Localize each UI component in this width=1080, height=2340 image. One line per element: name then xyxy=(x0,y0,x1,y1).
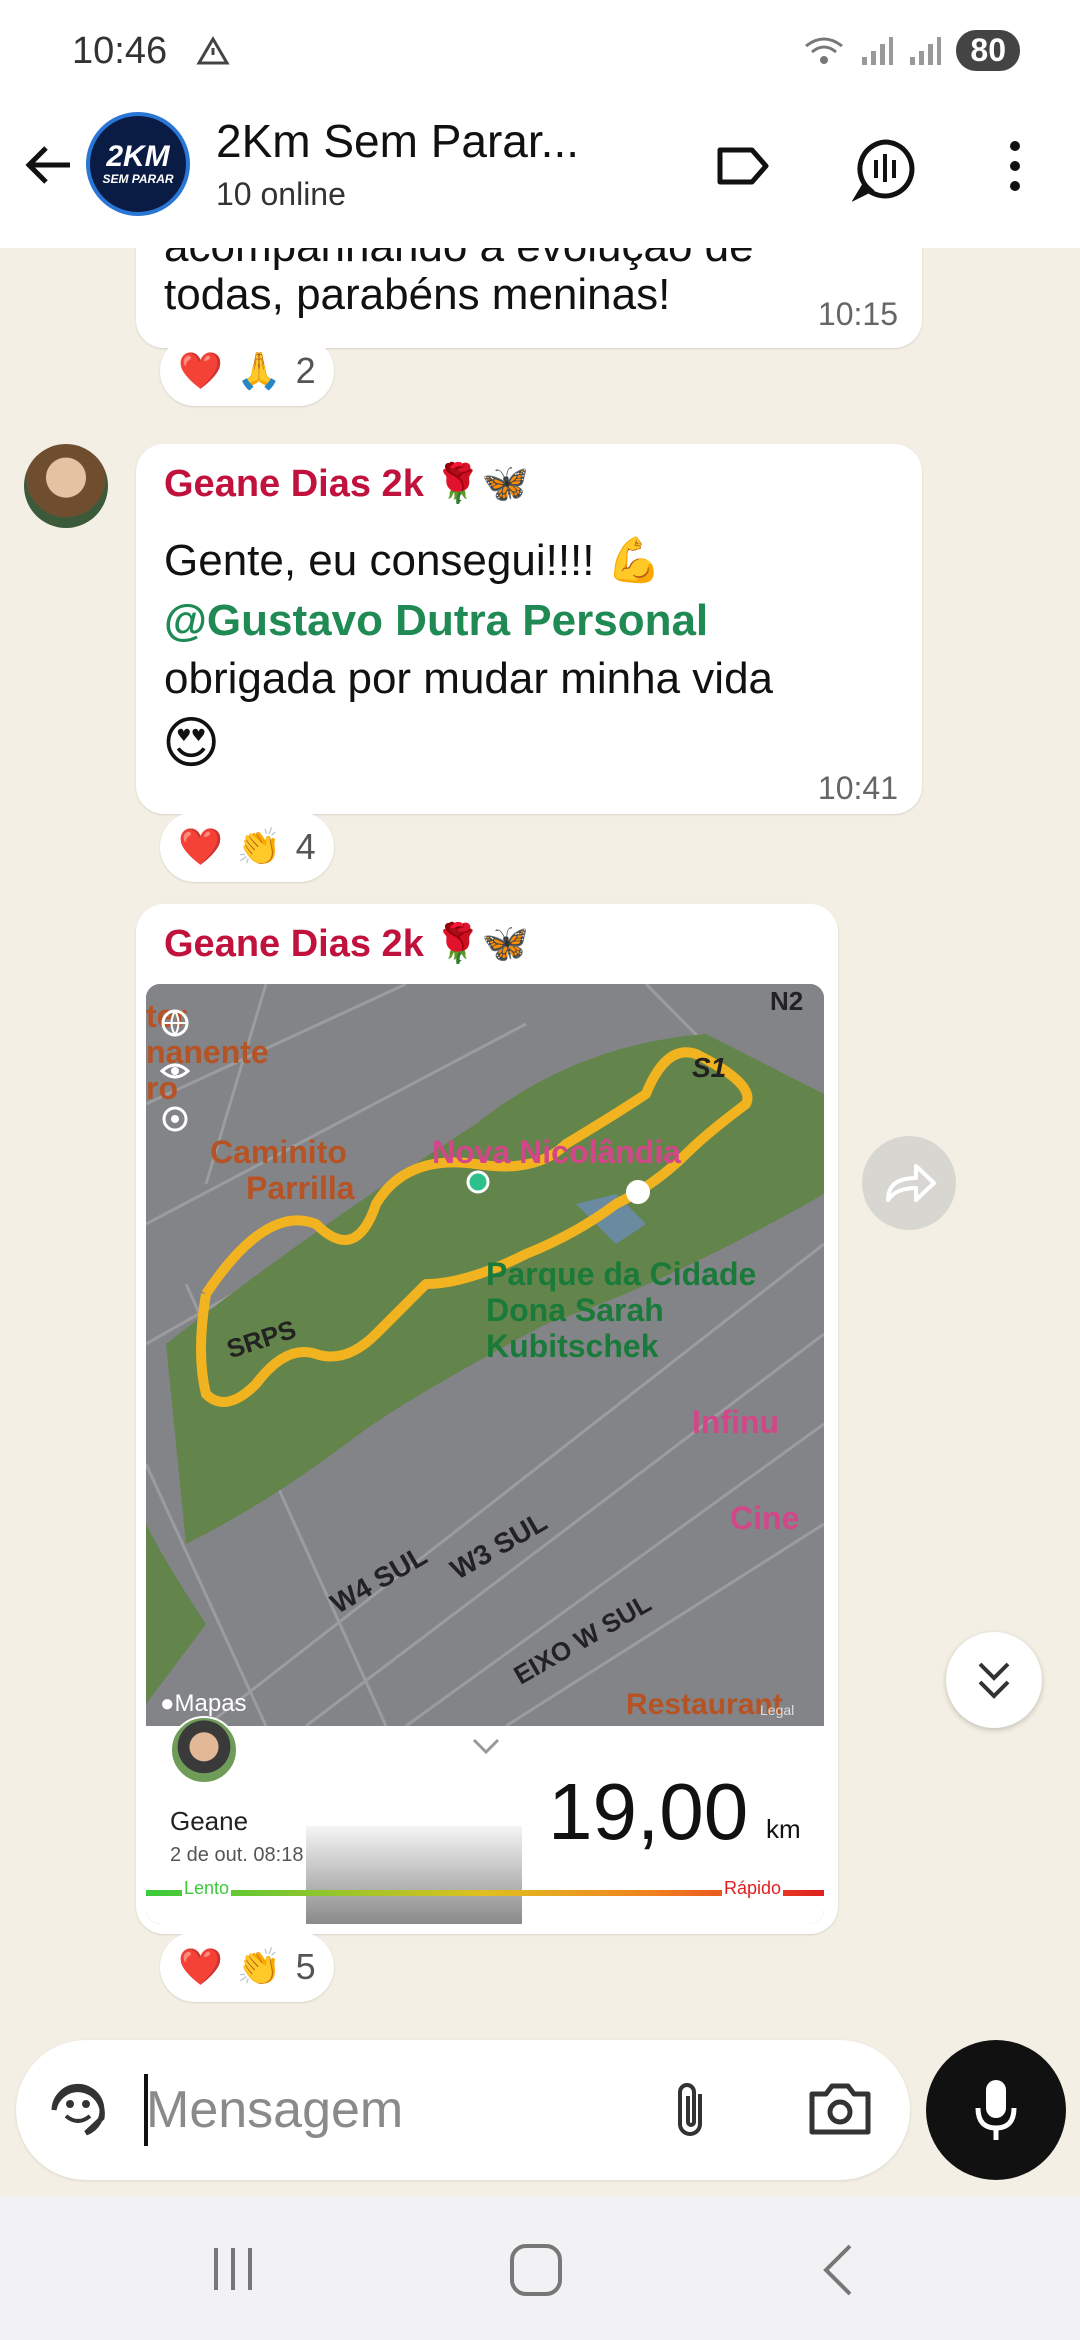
voice-chat-icon[interactable] xyxy=(852,136,918,202)
chevron-down-icon[interactable] xyxy=(470,1736,502,1756)
avatar-text: 2KM xyxy=(106,140,170,173)
map-label: Dona Sarah xyxy=(486,1292,664,1328)
battery-level: 80 xyxy=(956,30,1020,71)
map-label: Legal xyxy=(760,1702,795,1718)
sticker-icon[interactable] xyxy=(46,2078,110,2142)
camera-icon[interactable] xyxy=(808,2080,872,2136)
reaction-count: 4 xyxy=(295,826,316,867)
microphone-icon xyxy=(975,2080,1017,2140)
map-label: Kubitschek xyxy=(486,1328,659,1364)
apple-maps-logo: ●Mapas xyxy=(160,1690,247,1718)
clap-emoji: 👏 xyxy=(236,1946,282,1987)
activity-info-panel: Geane 2 de out. 08:18 19,00 km Lento Ráp… xyxy=(146,1716,824,1924)
recent-apps-icon[interactable] xyxy=(208,2244,258,2294)
reaction-count: 5 xyxy=(295,1946,316,1987)
sender-name[interactable]: Geane Dias 2k 🌹🦋 xyxy=(164,922,529,966)
signal-icon xyxy=(862,36,894,65)
voice-record-button[interactable] xyxy=(926,2040,1066,2180)
pace-fast-label: Rápido xyxy=(722,1878,784,1899)
heart-eyes-emoji: 😍 xyxy=(162,711,221,774)
online-count: 10 online xyxy=(216,176,346,212)
location-target-icon[interactable] xyxy=(160,1104,190,1134)
status-bar: 10:46 80 xyxy=(0,0,1080,100)
apple-icon: ● xyxy=(160,1690,175,1717)
eye-icon[interactable] xyxy=(160,1056,190,1086)
group-avatar[interactable]: 2KM SEM PARAR xyxy=(86,112,190,216)
message-time: 10:41 xyxy=(817,770,898,806)
distance-unit: km xyxy=(766,1814,801,1844)
message-input[interactable]: Mensagem xyxy=(146,2080,403,2140)
scroll-down-button[interactable] xyxy=(946,1632,1042,1728)
home-icon[interactable] xyxy=(508,2242,564,2298)
more-options-icon[interactable] xyxy=(1000,136,1030,196)
group-title[interactable]: 2Km Sem Parar... xyxy=(216,114,579,168)
map-label: N2 xyxy=(770,986,804,1016)
heart-emoji: ❤️ xyxy=(178,1946,223,1987)
system-nav-bar xyxy=(0,2196,1080,2340)
sender-name[interactable]: Geane Dias 2k 🌹🦋 xyxy=(164,462,529,506)
map-label: Cine xyxy=(730,1500,800,1536)
pace-slow-label: Lento xyxy=(182,1878,232,1899)
signal-icon-2 xyxy=(910,36,942,65)
forward-button[interactable] xyxy=(862,1136,956,1230)
message-line: obrigada por mudar minha vida xyxy=(164,654,774,703)
heart-emoji: ❤️ xyxy=(178,350,223,391)
message-bubble[interactable]: Geane Dias 2k 🌹🦋 Gente, eu consegui!!!! … xyxy=(136,444,922,814)
reaction-count: 2 xyxy=(295,350,316,391)
runner-name: Geane xyxy=(170,1806,249,1836)
map-label: Caminito xyxy=(210,1134,347,1170)
map-label: Parrilla xyxy=(246,1170,355,1206)
message-time: 10:15 xyxy=(817,296,898,332)
message-bubble[interactable]: acompanhando a evolução de todas, parabé… xyxy=(136,248,922,348)
avatar-subtext: SEM PARAR xyxy=(102,172,174,186)
clock: 10:46 xyxy=(72,30,168,72)
panel-shadow xyxy=(306,1826,522,1924)
message-input-bar: Mensagem xyxy=(16,2040,910,2180)
back-nav-icon[interactable] xyxy=(818,2242,858,2298)
pray-emoji: 🙏 xyxy=(236,350,282,391)
runner-avatar[interactable] xyxy=(170,1716,238,1784)
heart-emoji: ❤️ xyxy=(178,826,223,867)
clap-emoji: 👏 xyxy=(236,826,282,867)
map-attribution: Mapas xyxy=(174,1690,247,1717)
map-label: S1 xyxy=(692,1052,727,1083)
chat-header: 2KM SEM PARAR 2Km Sem Parar... 10 online xyxy=(0,100,1080,248)
wifi-icon xyxy=(805,37,844,64)
label-tag-icon[interactable] xyxy=(712,136,772,196)
forward-icon xyxy=(886,1164,936,1202)
message-text: todas, parabéns meninas! xyxy=(164,270,671,319)
map-label: Nova Nicolândia xyxy=(432,1134,681,1170)
map-label: Parque da Cidade xyxy=(486,1256,757,1292)
double-chevron-down-icon xyxy=(978,1662,1010,1699)
distance-value: 19,00 xyxy=(548,1767,749,1856)
map-label: Infinu xyxy=(692,1404,780,1440)
status-icons: 80 xyxy=(802,30,1020,71)
message-line: Gente, eu consegui!!!! 💪 xyxy=(164,536,662,585)
activity-date: 2 de out. 08:18 xyxy=(170,1844,304,1866)
reactions[interactable]: ❤️ 👏 5 xyxy=(160,1932,334,2002)
back-arrow-icon[interactable] xyxy=(22,138,76,192)
route-map-image[interactable]: N2 S1 Nova Nicolândia Caminito Parrilla … xyxy=(146,984,824,1924)
mention-link[interactable]: @Gustavo Dutra Personal xyxy=(164,592,708,650)
attach-clip-icon[interactable] xyxy=(670,2078,714,2144)
alert-triangle-icon xyxy=(196,36,230,65)
sender-avatar[interactable] xyxy=(24,444,108,528)
globe-icon[interactable] xyxy=(160,1008,190,1038)
reactions[interactable]: ❤️ 🙏 2 xyxy=(160,336,334,406)
reactions[interactable]: ❤️ 👏 4 xyxy=(160,812,334,882)
